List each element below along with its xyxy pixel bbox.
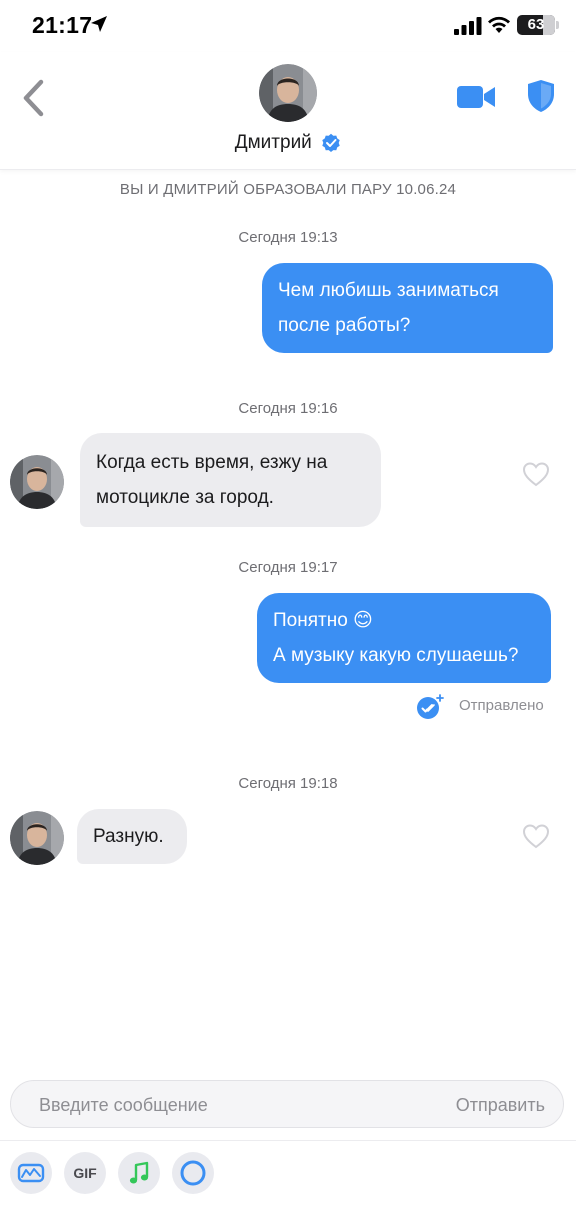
status-bar: 21:17 63 (0, 0, 576, 52)
circle-video-icon (180, 1160, 206, 1186)
message-timestamp: Сегодня 19:13 (238, 229, 338, 246)
message-line: А музыку какую слушаешь? (273, 645, 519, 666)
verified-badge-icon (322, 133, 340, 152)
outgoing-message-bubble[interactable]: Понятно 😊 А музыку какую слушаешь? (257, 593, 551, 683)
outgoing-message-bubble[interactable]: Чем любишь заниматься после работы? (262, 263, 553, 353)
contact-name: Дмитрий (234, 132, 312, 153)
message-timestamp: Сегодня 19:16 (238, 400, 338, 417)
incoming-message-bubble[interactable]: Когда есть время, езжу на мотоцикле за г… (80, 433, 381, 527)
status-time: 21:17 (32, 12, 93, 38)
message-line: после работы? (278, 315, 411, 336)
sent-status-label: Отправлено (459, 697, 544, 714)
delivery-status: Отправлено (414, 694, 554, 720)
message-input[interactable]: Введите сообщение Отправить (10, 1080, 564, 1128)
message-timestamp: Сегодня 19:18 (238, 775, 338, 792)
send-button[interactable]: Отправить (456, 1095, 545, 1116)
sender-avatar[interactable] (10, 455, 64, 509)
battery-level: 63 (527, 16, 545, 33)
voice-message-icon (17, 1163, 45, 1183)
music-button[interactable] (118, 1152, 160, 1194)
video-call-icon[interactable] (456, 82, 496, 112)
message-timestamp: Сегодня 19:17 (238, 559, 338, 576)
message-line: Понятно 😊 (273, 610, 373, 631)
message-line: Разную. (93, 826, 164, 847)
back-chevron-icon[interactable] (14, 76, 54, 120)
message-line: мотоцикле за город. (96, 487, 274, 508)
heart-icon[interactable] (522, 823, 550, 849)
sender-avatar[interactable] (10, 811, 64, 865)
incoming-message-bubble[interactable]: Разную. (77, 809, 187, 864)
contact-name-row[interactable]: Дмитрий (0, 132, 576, 154)
sent-check-icon (417, 694, 444, 719)
heart-icon[interactable] (522, 461, 550, 487)
message-line: Чем любишь заниматься (278, 280, 499, 301)
circle-video-button[interactable] (172, 1152, 214, 1194)
wifi-icon (488, 16, 510, 33)
gif-label: GIF (73, 1165, 97, 1181)
match-notice: ВЫ И ДМИТРИЙ ОБРАЗОВАЛИ ПАРУ 10.06.24 (119, 181, 457, 198)
cellular-signal-icon (454, 17, 482, 35)
divider (0, 1140, 576, 1141)
location-arrow-icon (91, 16, 107, 32)
message-line: Когда есть время, езжу на (96, 452, 328, 473)
gif-button[interactable]: GIF (64, 1152, 106, 1194)
chat-header: Дмитрий (0, 52, 576, 170)
contact-avatar[interactable] (259, 64, 317, 122)
message-input-placeholder: Введите сообщение (39, 1095, 208, 1115)
music-icon (129, 1161, 149, 1184)
battery-icon: 63 (517, 15, 555, 35)
safety-shield-icon[interactable] (526, 79, 556, 113)
voice-message-button[interactable] (10, 1152, 52, 1194)
